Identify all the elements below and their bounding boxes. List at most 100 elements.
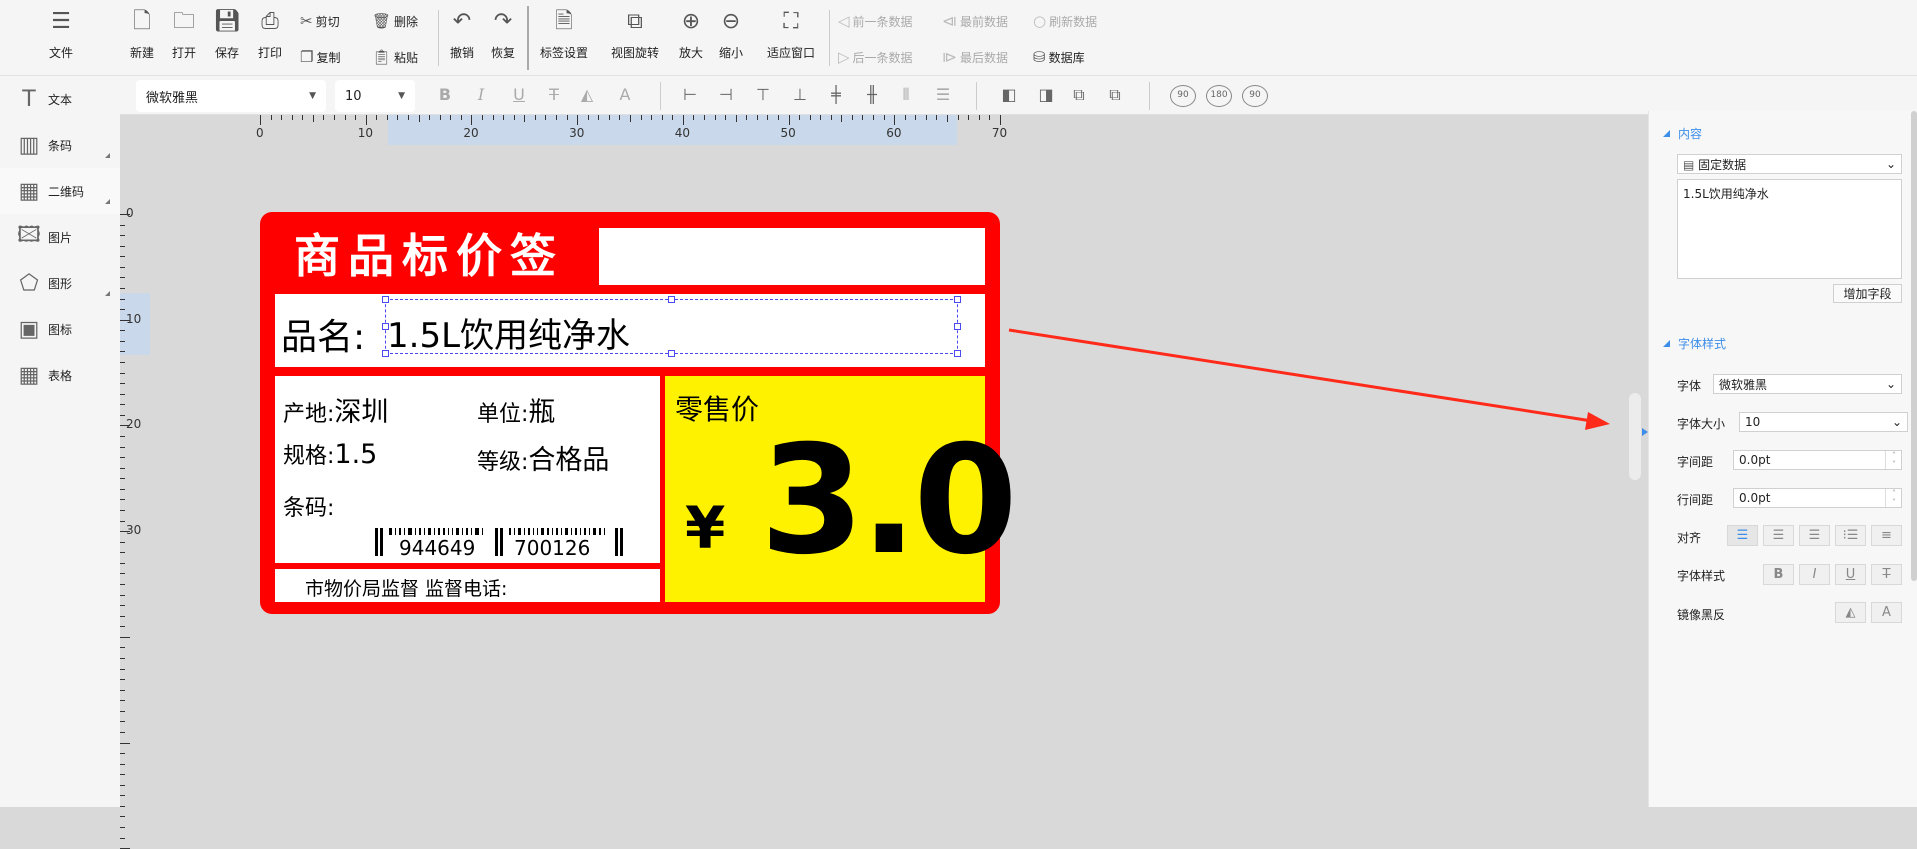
save-button[interactable]: 💾︎ 保存 <box>212 8 242 61</box>
zoom-in-button[interactable]: ⊕ 放大 <box>676 8 706 61</box>
align-right-icon[interactable]: ⊣ <box>715 85 737 104</box>
panel-scrollbar[interactable] <box>1911 111 1917 581</box>
content-textarea[interactable]: 1.5L饮用纯净水 <box>1677 179 1902 279</box>
ruler-tick <box>120 393 125 395</box>
resize-handle[interactable] <box>668 350 675 357</box>
resize-handle[interactable] <box>382 350 389 357</box>
resize-handle[interactable] <box>954 323 961 330</box>
barcode-guard-bar <box>495 528 498 556</box>
resize-handle[interactable] <box>954 296 961 303</box>
ruler-tick <box>397 115 399 120</box>
italic-icon[interactable]: I <box>470 85 492 104</box>
rotate-180-icon[interactable]: 180 <box>1206 85 1232 107</box>
sidebar-item-logo[interactable]: ▣ 图标 <box>0 306 120 352</box>
add-field-button[interactable]: 增加字段 <box>1833 284 1902 303</box>
open-button[interactable]: 🗀 打开 <box>169 8 199 61</box>
distribute-v-icon[interactable]: ☰ <box>932 85 954 104</box>
spinner-icon[interactable]: ˄ ˅ <box>1885 489 1896 507</box>
database-button[interactable]: ⛁ 数据库 <box>1033 48 1085 66</box>
fit-window-button[interactable]: ⛶ 适应窗口 <box>762 8 820 61</box>
line-spacing-input[interactable]: 0.0pt ˄ ˅ <box>1733 488 1902 508</box>
shape-icon: ⬠ <box>19 270 39 296</box>
resize-handle[interactable] <box>668 296 675 303</box>
align-distribute-button[interactable]: ⁝☰ <box>1835 525 1866 546</box>
align-center-button[interactable]: ☰ <box>1763 525 1794 546</box>
barcode-bar <box>584 528 586 535</box>
spinner-icon[interactable]: ˄ ˅ <box>1885 451 1896 469</box>
align-right-button[interactable]: ☰ <box>1799 525 1830 546</box>
resize-handle[interactable] <box>382 323 389 330</box>
mirror-icon[interactable]: ◭ <box>576 85 598 104</box>
send-back-icon[interactable]: ◨ <box>1035 85 1057 104</box>
canvas-scrollbar[interactable] <box>1629 393 1641 480</box>
copy-icon: ❐ <box>300 48 314 66</box>
rotate-view-button[interactable]: ⧉ 视图旋转 <box>606 8 664 61</box>
align-left-icon[interactable]: ⊢ <box>679 85 701 104</box>
bring-front-icon[interactable]: ◧ <box>998 85 1020 104</box>
strikethrough-button[interactable]: T <box>1871 564 1902 585</box>
prev-record-button[interactable]: ◁ 前一条数据 <box>838 12 913 30</box>
next-record-button[interactable]: ▷ 后一条数据 <box>838 48 913 66</box>
resize-handle[interactable] <box>954 350 961 357</box>
delete-button[interactable]: 🗑︎ 删除 <box>372 12 418 30</box>
underline-button[interactable]: U <box>1835 564 1866 585</box>
first-record-button[interactable]: ⧏ 最前数据 <box>942 12 1008 30</box>
file-menu-button[interactable]: ☰ 文件 <box>38 8 84 61</box>
rotate-cw-90-icon[interactable]: 90 <box>1170 85 1196 107</box>
underline-icon[interactable]: U <box>508 85 530 104</box>
ruler-tick <box>120 827 125 829</box>
send-backward-icon[interactable]: ⧉ <box>1104 85 1126 105</box>
barcode[interactable]: 944649 700126 <box>375 528 625 560</box>
sidebar-item-text[interactable]: T 文本 <box>0 76 120 122</box>
paste-button[interactable]: 📋︎ 粘贴 <box>372 48 418 66</box>
invert-button[interactable]: A <box>1871 602 1902 623</box>
sidebar-item-shape[interactable]: ⬠ 图形 <box>0 260 120 306</box>
font-size-select[interactable]: 10 ▼ <box>335 80 415 112</box>
rotate-ccw-90-icon[interactable]: 90 <box>1242 85 1268 107</box>
distribute-h-icon[interactable]: ⦀ <box>895 85 917 105</box>
strikethrough-icon[interactable]: T <box>543 85 565 104</box>
divider <box>527 6 529 70</box>
sidebar-item-image[interactable]: 🖾 图片 <box>0 214 120 260</box>
align-justify-button[interactable]: ≡ <box>1871 525 1902 546</box>
label-settings-button[interactable]: 🗎 标签设置 <box>535 8 593 61</box>
invert-icon[interactable]: A <box>614 85 636 104</box>
content-section-header[interactable]: 内容 <box>1663 125 1702 142</box>
font-select[interactable]: 微软雅黑 ⌄ <box>1713 374 1902 394</box>
ruler-tick <box>989 115 991 120</box>
font-style-section-header[interactable]: 字体样式 <box>1663 335 1726 352</box>
barcode-guard-bar <box>500 528 503 556</box>
align-hcenter-icon[interactable]: ╫ <box>861 85 883 104</box>
bold-icon[interactable]: B <box>434 85 456 104</box>
barcode-bar <box>604 528 605 535</box>
letter-spacing-input[interactable]: 0.0pt ˄ ˅ <box>1733 450 1902 470</box>
data-source-select[interactable]: ▤ 固定数据 ⌄ <box>1677 154 1902 174</box>
align-left-button[interactable]: ☰ <box>1727 525 1758 546</box>
sidebar-item-qrcode[interactable]: ▦ 二维码 <box>0 168 120 214</box>
align-vcenter-icon[interactable]: ╪ <box>825 85 847 104</box>
zoom-out-button[interactable]: ⊖ 缩小 <box>716 8 746 61</box>
barcode-bar <box>556 528 558 535</box>
resize-handle[interactable] <box>382 296 389 303</box>
cut-button[interactable]: ✂ 剪切 <box>300 12 340 30</box>
font-family-select[interactable]: 微软雅黑 ▼ <box>136 80 326 112</box>
sidebar-item-barcode[interactable]: ▥ 条码 <box>0 122 120 168</box>
refresh-data-button[interactable]: ○ 刷新数据 <box>1033 12 1097 30</box>
align-bottom-icon[interactable]: ⊥ <box>789 85 811 104</box>
italic-button[interactable]: I <box>1799 564 1830 585</box>
bring-forward-icon[interactable]: ⧉ <box>1068 85 1090 105</box>
price-label[interactable]: 商品标价签 品名: 1.5L饮用纯净水 产地:深圳 单位:瓶 规格:1.5 等级… <box>260 212 1018 614</box>
print-button[interactable]: ⎙ 打印 <box>255 8 285 61</box>
selection-box[interactable] <box>385 299 958 354</box>
sidebar-item-table[interactable]: ▦ 表格 <box>0 352 120 398</box>
mirror-button[interactable]: ◭ <box>1835 602 1866 623</box>
bold-button[interactable]: B <box>1763 564 1794 585</box>
undo-button[interactable]: ↶ 撤销 <box>447 8 477 61</box>
new-button[interactable]: 🗋 新建 <box>127 8 157 61</box>
copy-button[interactable]: ❐ 复制 <box>300 48 340 66</box>
font-size-select[interactable]: 10 ⌄ <box>1739 412 1908 432</box>
align-top-icon[interactable]: ⊤ <box>752 85 774 104</box>
redo-button[interactable]: ↷ 恢复 <box>488 8 518 61</box>
last-record-button[interactable]: ⧐ 最后数据 <box>942 48 1008 66</box>
ruler-tick <box>120 668 125 670</box>
